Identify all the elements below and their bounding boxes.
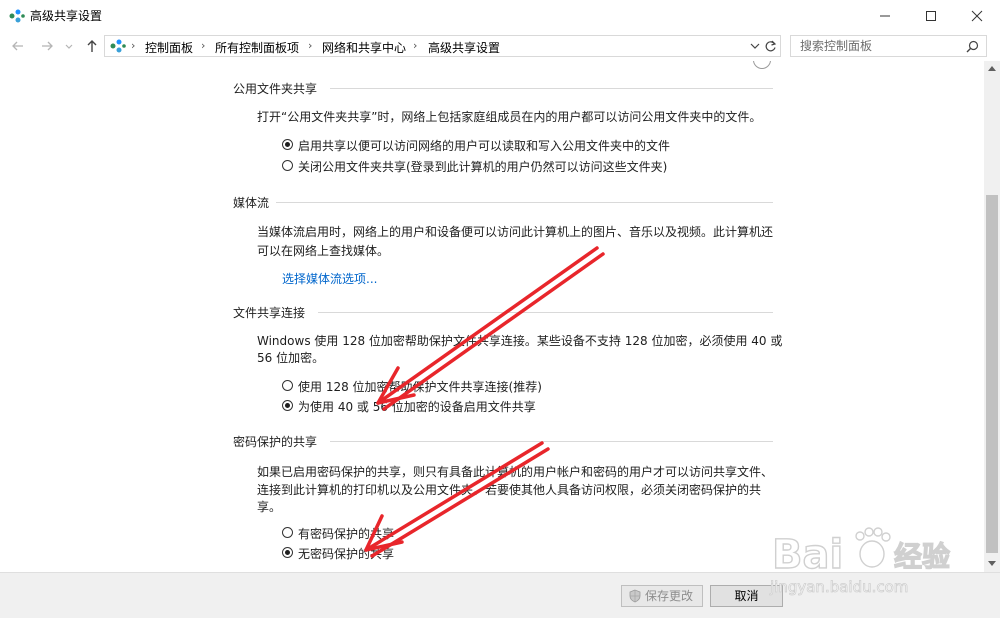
baidu-watermark-logo: Bai 经验 jingyan.baidu.com (769, 527, 951, 596)
paw-icon (855, 527, 891, 568)
annotation-arrow-1 (376, 246, 605, 411)
watermark: Bai 经验 jingyan.baidu.com (744, 520, 984, 600)
watermark-brand-suffix: 经验 (894, 540, 950, 573)
watermark-url: jingyan.baidu.com (769, 578, 908, 596)
watermark-brand-text: Bai (772, 532, 843, 578)
annotation-arrow-2 (364, 441, 550, 558)
